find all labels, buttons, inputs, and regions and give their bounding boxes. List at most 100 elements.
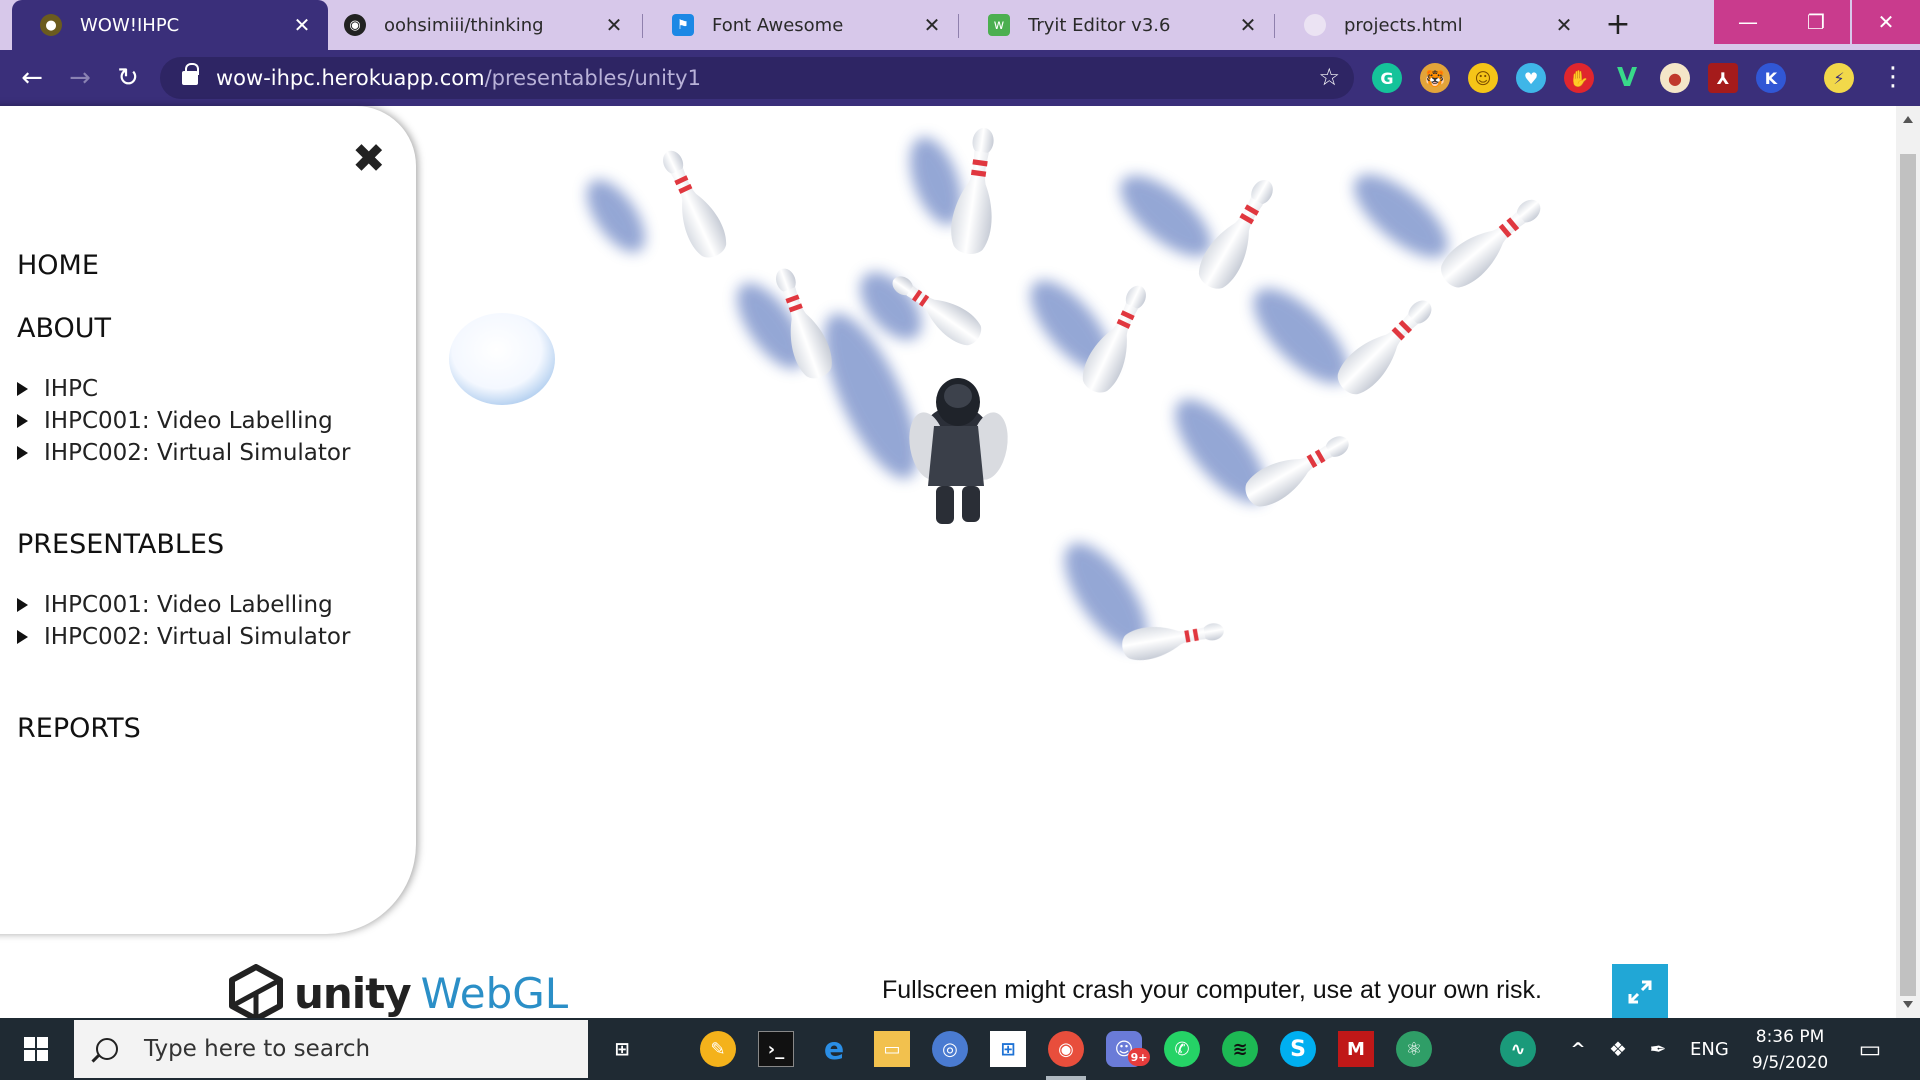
lightning-extension-icon[interactable]: ⚡: [1824, 63, 1854, 93]
webgl-logo-word: WebGL: [420, 968, 569, 1018]
grammarly-extension-icon[interactable]: G: [1372, 63, 1402, 93]
scrollbar-thumb[interactable]: [1900, 154, 1916, 996]
k-extension-icon[interactable]: K: [1756, 63, 1786, 93]
nav-home-link[interactable]: HOME: [17, 250, 99, 281]
scroll-up-arrow-icon[interactable]: [1903, 116, 1913, 123]
nav-item-label: IHPC001: Video Labelling: [44, 592, 333, 618]
scroll-down-arrow-icon[interactable]: [1903, 1001, 1913, 1008]
clock-date: 9/5/2020: [1751, 1053, 1829, 1073]
tab-title: projects.html: [1344, 14, 1463, 36]
whatsapp-icon[interactable]: ✆: [1164, 1031, 1200, 1067]
pdf-extension-icon[interactable]: ⅄: [1708, 63, 1738, 93]
terminal-icon[interactable]: ›_: [758, 1031, 794, 1067]
nav-presentables-item-ihpc001[interactable]: IHPC001: Video Labelling: [17, 592, 333, 618]
sticky-app-icon[interactable]: ✎: [700, 1031, 736, 1067]
wow-ihpc-icon: ●: [40, 14, 62, 36]
font-awesome-flag-icon: ⚑: [672, 14, 694, 36]
close-tab-icon[interactable]: ✕: [600, 13, 628, 37]
close-window-icon[interactable]: ✕: [1852, 0, 1920, 44]
nav-presentables-link[interactable]: PRESENTABLES: [17, 529, 224, 560]
player-character: [909, 378, 1008, 524]
nav-about-item-ihpc[interactable]: IHPC: [17, 376, 98, 402]
nav-about-item-ihpc002[interactable]: IHPC002: Virtual Simulator: [17, 440, 350, 466]
chrome-icon[interactable]: ◉: [1048, 1031, 1084, 1067]
hand-stop-extension-icon[interactable]: ✋: [1564, 63, 1594, 93]
unity-logo-word: unity: [294, 968, 412, 1018]
nav-about-item-ihpc001[interactable]: IHPC001: Video Labelling: [17, 408, 333, 434]
bowling-pin: [651, 143, 733, 264]
url-host: wow-ihpc.herokuapp.com: [216, 66, 485, 90]
tab-font-awesome[interactable]: ⚑ Font Awesome ✕: [644, 0, 958, 50]
loading-icon: [1304, 14, 1326, 36]
page-scrollbar[interactable]: [1896, 106, 1920, 1018]
tab-separator: [1274, 14, 1275, 38]
language-indicator[interactable]: ENG: [1690, 1039, 1729, 1060]
heart-extension-icon[interactable]: ♥: [1516, 63, 1546, 93]
close-tab-icon[interactable]: ✕: [288, 13, 316, 37]
page-viewport: ✖ HOME ABOUT IHPC IHPC001: Video Labelli…: [0, 106, 1920, 1022]
search-icon: [96, 1038, 118, 1060]
notification-badge: 9+: [1128, 1048, 1150, 1066]
nav-item-label: IHPC002: Virtual Simulator: [44, 624, 351, 650]
bookmark-star-icon[interactable]: ☆: [1318, 63, 1340, 91]
address-bar[interactable]: wow-ihpc.herokuapp.com/presentables/unit…: [160, 57, 1354, 99]
spotify-icon[interactable]: ≋: [1222, 1031, 1258, 1067]
tab-title: WOW!IHPC: [80, 14, 180, 36]
file-explorer-icon[interactable]: ▭: [874, 1031, 910, 1067]
caret-right-icon: [17, 382, 28, 396]
nav-item-label: IHPC: [44, 376, 99, 402]
bowling-ball: [449, 313, 555, 405]
tab-tryit-editor[interactable]: w Tryit Editor v3.6 ✕: [960, 0, 1274, 50]
task-view-icon[interactable]: ⊞: [604, 1031, 640, 1067]
vue-devtools-extension-icon[interactable]: V: [1612, 63, 1642, 93]
tiger-extension-icon[interactable]: 🐯: [1420, 63, 1450, 93]
chromium-icon[interactable]: ◎: [932, 1031, 968, 1067]
tab-separator: [642, 14, 643, 38]
new-tab-plus-icon[interactable]: +: [1600, 8, 1636, 44]
close-tab-icon[interactable]: ✕: [1550, 13, 1578, 37]
atom-editor-icon[interactable]: ⚛: [1396, 1031, 1432, 1067]
close-icon[interactable]: ✖: [352, 136, 386, 182]
coin-extension-icon[interactable]: ●: [1660, 63, 1690, 93]
tab-title: Tryit Editor v3.6: [1028, 14, 1171, 36]
windows-taskbar: Type here to search ⊞ ✎ ›_ e ▭ ◎ ⊞ ◉ ☺ 9…: [0, 1018, 1920, 1080]
browser-tab-strip: ● WOW!IHPC ✕ ◉ oohsimiii/thinking ✕ ⚑ Fo…: [0, 0, 1920, 50]
minimize-icon[interactable]: —: [1714, 0, 1782, 44]
tray-chevron-up-icon[interactable]: ^: [1560, 1031, 1596, 1067]
skype-icon[interactable]: S: [1280, 1031, 1316, 1067]
mcafee-icon[interactable]: M: [1338, 1031, 1374, 1067]
notification-center-icon[interactable]: ▭: [1852, 1031, 1888, 1067]
tab-wow-ihpc[interactable]: ● WOW!IHPC ✕: [12, 0, 328, 50]
nav-reports-link[interactable]: REPORTS: [17, 713, 141, 744]
bowling-pin: [1433, 188, 1551, 295]
tab-projects[interactable]: projects.html ✕: [1276, 0, 1590, 50]
microsoft-store-icon[interactable]: ⊞: [990, 1031, 1026, 1067]
unity-cube-icon: [229, 964, 283, 1022]
emoji-extension-icon[interactable]: ☺: [1468, 63, 1498, 93]
search-placeholder: Type here to search: [144, 1036, 371, 1062]
browser-menu-icon[interactable]: ⋮: [1880, 62, 1906, 92]
forward-arrow-icon[interactable]: →: [64, 62, 96, 94]
dropbox-icon[interactable]: ❖: [1600, 1031, 1636, 1067]
unity-game-canvas[interactable]: [416, 106, 1896, 966]
tab-github[interactable]: ◉ oohsimiii/thinking ✕: [328, 0, 640, 50]
nav-about-link[interactable]: ABOUT: [17, 313, 111, 344]
restore-icon[interactable]: ❐: [1782, 0, 1850, 44]
close-tab-icon[interactable]: ✕: [1234, 13, 1262, 37]
caret-right-icon: [17, 598, 28, 612]
health-monitor-icon[interactable]: ∿: [1500, 1031, 1536, 1067]
fullscreen-button[interactable]: [1612, 964, 1668, 1020]
caret-right-icon: [17, 446, 28, 460]
browser-toolbar: ← → ↻ wow-ihpc.herokuapp.com/presentable…: [0, 50, 1920, 106]
edge-browser-icon[interactable]: e: [816, 1031, 852, 1067]
back-arrow-icon[interactable]: ←: [16, 62, 48, 94]
w3schools-icon: w: [988, 14, 1010, 36]
close-tab-icon[interactable]: ✕: [918, 13, 946, 37]
nav-presentables-item-ihpc002[interactable]: IHPC002: Virtual Simulator: [17, 624, 350, 650]
windows-start-icon[interactable]: [0, 1018, 72, 1080]
reload-icon[interactable]: ↻: [112, 62, 144, 94]
lock-icon[interactable]: [182, 63, 199, 85]
pen-icon[interactable]: ✒: [1640, 1031, 1676, 1067]
taskbar-clock[interactable]: 8:36 PM 9/5/2020: [1740, 1024, 1840, 1076]
taskbar-search-box[interactable]: Type here to search: [74, 1020, 588, 1078]
